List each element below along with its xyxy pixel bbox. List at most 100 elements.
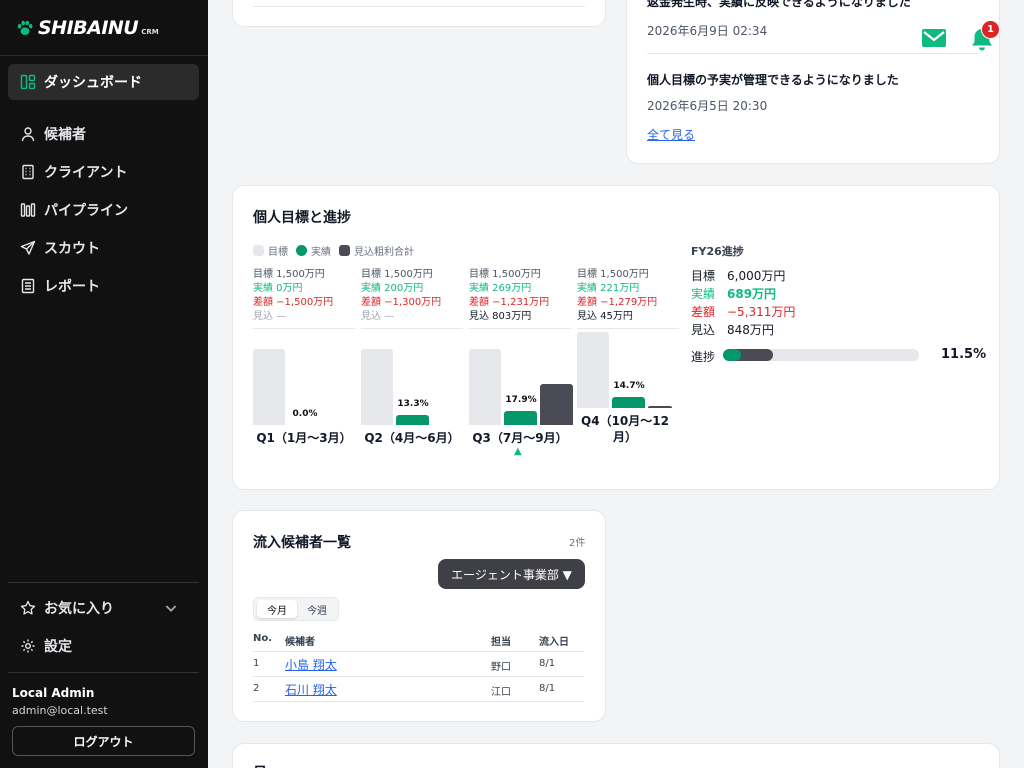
legend-label: 目標 xyxy=(268,247,288,258)
inflow-count: 2件 xyxy=(569,538,586,549)
forecast-bar xyxy=(648,405,672,408)
sidebar-item-label: スカウト xyxy=(44,241,100,257)
quarter-target: 目標 1,500万円 xyxy=(361,269,433,280)
fy-progress-label: 進捗 xyxy=(691,350,716,364)
quarter-actual: 実績 221万円 xyxy=(577,283,640,294)
actual-percent-label: 0.0% xyxy=(292,409,318,419)
forecast-bar xyxy=(540,384,573,425)
quarter-diff: 差額 −1,279万円 xyxy=(577,297,658,308)
quarter-divider xyxy=(361,328,463,329)
target-bar xyxy=(577,332,609,408)
fy-diff-row: 差額 −5,311万円 xyxy=(691,303,795,320)
goals-title: 個人目標と進捗 xyxy=(253,210,351,226)
brand-suffix: CRM xyxy=(141,27,159,36)
report-icon xyxy=(21,278,35,294)
quarter-forecast: 見込 803万円 xyxy=(469,311,532,322)
column-header-owner: 担当 xyxy=(491,637,511,648)
sidebar-item-dashboard[interactable]: ダッシュボード xyxy=(8,64,199,100)
fy-value: 689万円 xyxy=(727,287,777,301)
brand-logo[interactable]: SHIBAINU CRM xyxy=(0,0,208,56)
legend-item-actual: 実績 xyxy=(296,243,331,258)
quarter-forecast: 見込 — xyxy=(253,311,287,322)
legend-item-target: 目標 xyxy=(253,243,288,258)
quarter-summary: 目標 1,500万円 実績 0万円 差額 −1,500万円 見込 — xyxy=(253,268,355,324)
fy-value: −5,311万円 xyxy=(727,305,796,319)
candidate-link[interactable]: 小島 翔太 xyxy=(285,656,337,673)
fy-forecast-row: 見込 848万円 xyxy=(691,321,774,338)
bottom-card-title: 日 xyxy=(253,762,267,768)
quarter-label: Q4（10月〜12月） xyxy=(581,414,669,444)
sidebar-divider xyxy=(8,582,199,583)
row-owner: 野口 xyxy=(491,662,511,673)
quarter-label: Q2（4月〜6月） xyxy=(364,431,460,445)
dashboard-icon xyxy=(20,74,36,90)
chevron-down-icon[interactable] xyxy=(163,600,179,616)
sidebar-item-label: 候補者 xyxy=(44,127,86,143)
actual-bar xyxy=(396,414,429,425)
sidebar-item-label: クライアント xyxy=(44,165,128,181)
sidebar-item-clients[interactable]: クライアント xyxy=(8,155,199,189)
quarter-target: 目標 1,500万円 xyxy=(253,269,325,280)
sidebar-item-label: お気に入り xyxy=(44,601,114,617)
gear-icon xyxy=(21,639,35,653)
legend-item-forecast: 見込粗利合計 xyxy=(339,243,414,258)
department-filter-button[interactable]: エージェント事業部 ▼ xyxy=(438,559,585,589)
fy-progress-actual xyxy=(723,349,742,361)
quarter-diff: 差額 −1,300万円 xyxy=(361,297,442,308)
inflow-title: 流入候補者一覧 xyxy=(253,535,351,551)
quarter-forecast: 見込 — xyxy=(361,311,395,322)
row-divider xyxy=(253,6,585,7)
notice-date: 2026年6月5日 20:30 xyxy=(647,99,768,113)
period-this-week[interactable]: 今週 xyxy=(297,600,337,618)
legend-label: 見込粗利合計 xyxy=(354,247,414,258)
notice-date: 2026年6月9日 02:34 xyxy=(647,24,768,38)
quarter-summary: 目標 1,500万円 実績 200万円 差額 −1,300万円 見込 — xyxy=(361,268,463,324)
row-divider xyxy=(253,651,584,652)
sidebar-item-pipeline[interactable]: パイプライン xyxy=(8,193,199,227)
fy-target-row: 目標 6,000万円 xyxy=(691,267,785,284)
fy-actual-row: 実績 689万円 xyxy=(691,285,776,302)
quarter-divider xyxy=(253,328,355,329)
period-toggle: 今月 今週 xyxy=(253,597,339,621)
see-all-link[interactable]: 全て見る xyxy=(647,126,695,143)
legend-label: 実績 xyxy=(311,247,331,258)
building-icon xyxy=(22,164,34,180)
sidebar-item-label: パイプライン xyxy=(44,203,128,219)
logout-button[interactable]: ログアウト xyxy=(12,726,195,756)
actual-bar xyxy=(504,411,537,425)
fy-progress-percent: 11.5% xyxy=(941,347,987,362)
row-no: 1 xyxy=(253,658,260,669)
notice-title[interactable]: 返金発生時、実績に反映できるようになりました xyxy=(647,0,911,10)
quarter-label: Q3（7月〜9月） xyxy=(472,431,568,445)
user-email: admin@local.test xyxy=(12,704,108,717)
actual-percent-label: 13.3% xyxy=(397,398,429,409)
candidate-link[interactable]: 石川 翔太 xyxy=(285,681,337,698)
quarter-divider xyxy=(469,328,571,329)
notice-divider xyxy=(647,53,979,54)
target-bar xyxy=(253,349,285,425)
target-bar xyxy=(361,349,393,425)
send-icon xyxy=(20,240,36,255)
mail-icon[interactable] xyxy=(921,28,947,48)
sidebar-item-settings[interactable]: 設定 xyxy=(8,629,199,663)
sidebar-item-scout[interactable]: スカウト xyxy=(8,231,199,265)
row-no: 2 xyxy=(253,683,260,694)
fy-title: FY26進捗 xyxy=(691,245,744,258)
user-name: Local Admin xyxy=(12,686,95,700)
period-this-month[interactable]: 今月 xyxy=(257,600,297,618)
sidebar-item-favorites[interactable]: お気に入り xyxy=(8,591,199,625)
sidebar-item-label: レポート xyxy=(44,279,100,295)
fy-value: 848万円 xyxy=(727,323,774,337)
actual-percent-label: 14.7% xyxy=(613,380,645,391)
row-divider xyxy=(253,701,584,702)
quarter-actual: 実績 269万円 xyxy=(469,283,532,294)
sidebar-item-label: ダッシュボード xyxy=(44,75,142,91)
sidebar-divider xyxy=(8,672,199,673)
sidebar-item-candidates[interactable]: 候補者 xyxy=(8,117,199,151)
notice-title[interactable]: 個人目標の予実が管理できるようになりました xyxy=(647,71,899,88)
legend-swatch xyxy=(253,245,264,256)
bottom-card-partial xyxy=(232,743,1000,768)
legend-swatch xyxy=(296,245,307,256)
sidebar: SHIBAINU CRM ダッシュボード 候補者 クライアント パイプライン ス… xyxy=(0,0,208,768)
sidebar-item-reports[interactable]: レポート xyxy=(8,269,199,303)
